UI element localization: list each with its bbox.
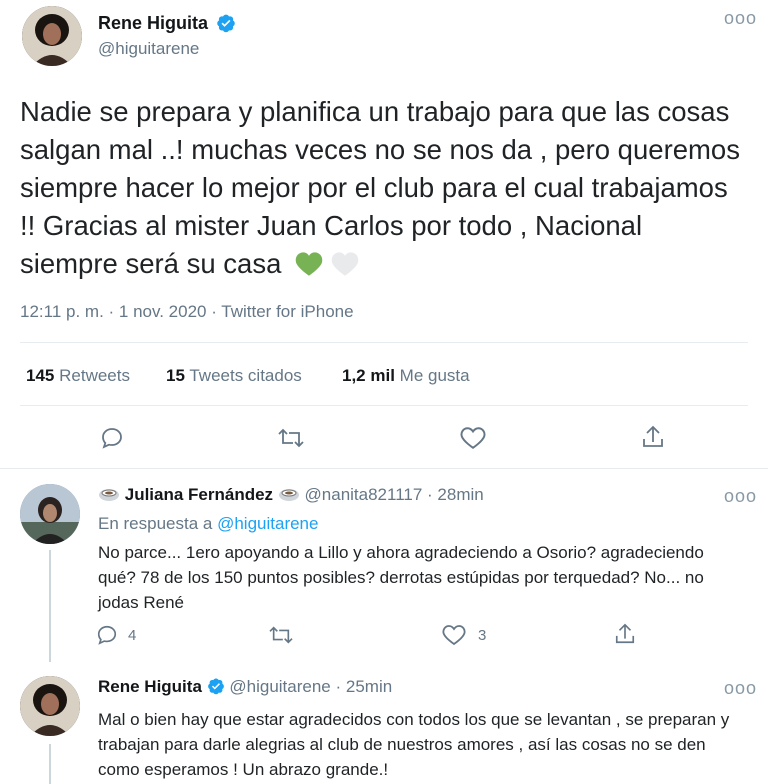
reply-action[interactable]: 4	[96, 624, 136, 646]
avatar[interactable]	[20, 676, 80, 736]
author-handle[interactable]: @higuitarene	[98, 39, 199, 59]
divider	[20, 342, 748, 343]
like-count: 3	[478, 626, 487, 644]
reply-text: No parce... 1ero apoyando a Lillo y ahor…	[98, 543, 704, 612]
verified-icon	[216, 13, 236, 38]
reply-time[interactable]: · 25min	[336, 677, 393, 696]
like-icon[interactable]	[460, 426, 486, 455]
green-heart-icon	[295, 249, 323, 287]
like-icon	[442, 625, 466, 646]
retweet-icon[interactable]	[277, 426, 305, 455]
share-action[interactable]	[614, 622, 636, 651]
retweets-stat[interactable]: 145 Retweets	[26, 366, 130, 386]
tweet-timestamp[interactable]: 12:11 p. m. · 1 nov. 2020 · Twitter for …	[20, 302, 354, 322]
author-name[interactable]: Rene Higuita	[98, 677, 202, 696]
thread-line	[49, 744, 51, 784]
white-heart-icon	[331, 249, 359, 287]
reply-icon	[97, 625, 117, 645]
reply-header: Rene Higuita @higuitarene · 25min	[98, 677, 392, 700]
reply-text: Mal o bien hay que estar agradecidos con…	[98, 710, 730, 779]
verified-icon	[207, 677, 225, 700]
reply-count: 4	[128, 626, 137, 644]
quotes-stat[interactable]: 15 Tweets citados	[166, 366, 302, 386]
more-icon[interactable]: ooo	[724, 8, 757, 29]
coffee-icon	[278, 485, 300, 508]
reply-header: Juliana Fernández @nanita821117 · 28min	[98, 485, 484, 508]
more-icon[interactable]: ooo	[724, 678, 757, 699]
likes-stat[interactable]: 1,2 mil Me gusta	[342, 366, 470, 386]
in-reply-to: En respuesta a @higuitarene	[98, 514, 319, 533]
thread-line	[49, 550, 51, 662]
reply-time[interactable]: · 28min	[427, 485, 484, 504]
more-icon[interactable]: ooo	[724, 486, 757, 507]
mention-link[interactable]: @higuitarene	[217, 514, 318, 533]
tweet-text: Nadie se prepara y planifica un trabajo …	[20, 93, 740, 287]
like-action[interactable]: 3	[442, 624, 486, 646]
reply-icon[interactable]	[100, 426, 124, 455]
author-name[interactable]: Rene Higuita	[98, 13, 208, 34]
author-handle[interactable]: @nanita821117	[305, 485, 423, 504]
share-icon	[615, 623, 635, 644]
avatar[interactable]	[20, 484, 80, 544]
divider	[0, 468, 768, 469]
retweet-action[interactable]	[268, 624, 294, 651]
share-icon[interactable]	[641, 424, 665, 455]
author-handle[interactable]: @higuitarene	[229, 677, 330, 696]
avatar[interactable]	[22, 6, 82, 66]
retweet-icon	[269, 626, 293, 644]
author-name[interactable]: Juliana Fernández	[125, 485, 273, 504]
divider	[20, 405, 748, 406]
coffee-icon	[98, 485, 120, 508]
